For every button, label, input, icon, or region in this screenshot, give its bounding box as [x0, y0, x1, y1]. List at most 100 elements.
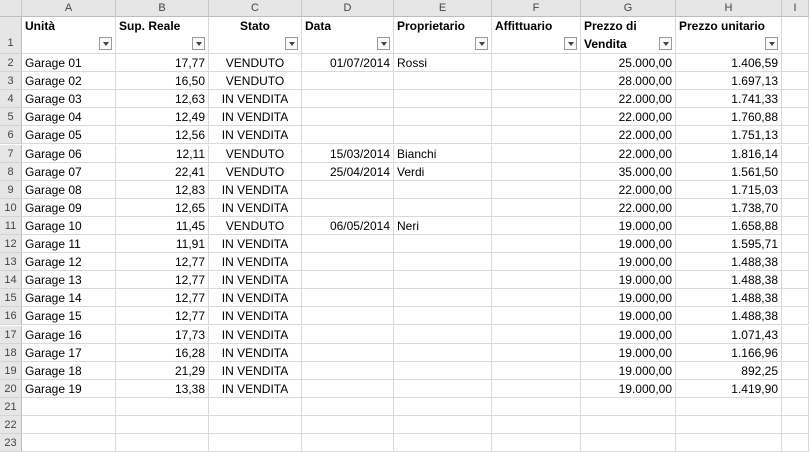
cell-stato[interactable]: IN VENDITA — [209, 271, 302, 290]
cell-prezzo[interactable]: 35.000,00 — [581, 162, 676, 181]
cell-unit[interactable]: Garage 15 — [22, 307, 116, 326]
cell-prezzo[interactable]: 19.000,00 — [581, 361, 676, 380]
cell-prop[interactable] — [394, 90, 492, 109]
cell-prop[interactable]: Verdi — [394, 162, 492, 181]
cell-unit_price[interactable]: 1.561,50 — [676, 162, 782, 181]
cell-i[interactable] — [782, 379, 809, 398]
row-header-1[interactable]: 1 — [0, 17, 22, 54]
cell-prezzo[interactable]: 22.000,00 — [581, 180, 676, 199]
row-header-22[interactable]: 22 — [0, 416, 22, 435]
cell-i[interactable] — [782, 289, 809, 308]
select-all-corner[interactable] — [0, 0, 22, 17]
cell-unit_price[interactable]: 1.658,88 — [676, 216, 782, 235]
cell-prezzo[interactable]: 19.000,00 — [581, 307, 676, 326]
cell-prop[interactable] — [394, 343, 492, 362]
cell-data[interactable]: 15/03/2014 — [302, 144, 394, 163]
row-header-19[interactable]: 19 — [0, 361, 22, 380]
row-header-17[interactable]: 17 — [0, 325, 22, 344]
row-header-20[interactable]: 20 — [0, 379, 22, 398]
cell-prop[interactable]: Neri — [394, 216, 492, 235]
cell-data[interactable]: 06/05/2014 — [302, 216, 394, 235]
empty-cell[interactable] — [22, 397, 116, 416]
empty-cell[interactable] — [492, 434, 581, 452]
row-header-7[interactable]: 7 — [0, 144, 22, 163]
cell-i[interactable] — [782, 253, 809, 272]
cell-data[interactable]: 01/07/2014 — [302, 54, 394, 73]
cell-unit_price[interactable]: 1.166,96 — [676, 343, 782, 362]
empty-cell[interactable] — [782, 434, 809, 452]
table-header-b[interactable]: Sup. Reale — [116, 17, 209, 54]
row-header-21[interactable]: 21 — [0, 397, 22, 416]
row-header-16[interactable]: 16 — [0, 307, 22, 326]
cell-sup[interactable]: 12,56 — [116, 126, 209, 145]
cell-stato[interactable]: IN VENDITA — [209, 325, 302, 344]
empty-cell[interactable] — [676, 434, 782, 452]
cell-stato[interactable]: VENDUTO — [209, 72, 302, 91]
cell-prezzo[interactable]: 25.000,00 — [581, 54, 676, 73]
empty-cell[interactable] — [209, 416, 302, 435]
cell-data[interactable] — [302, 198, 394, 217]
cell-prezzo[interactable]: 19.000,00 — [581, 271, 676, 290]
column-header-e[interactable]: E — [394, 0, 492, 17]
column-header-h[interactable]: H — [676, 0, 782, 17]
cell-i[interactable] — [782, 361, 809, 380]
cell-unit_price[interactable]: 1.488,38 — [676, 271, 782, 290]
empty-cell[interactable] — [676, 397, 782, 416]
cell-unit[interactable]: Garage 11 — [22, 235, 116, 254]
cell-unit_price[interactable]: 1.741,33 — [676, 90, 782, 109]
cell-sup[interactable]: 11,91 — [116, 235, 209, 254]
cell-stato[interactable]: VENDUTO — [209, 162, 302, 181]
cell-stato[interactable]: IN VENDITA — [209, 126, 302, 145]
filter-dropdown-icon[interactable] — [99, 37, 112, 50]
table-header-g[interactable]: Prezzo di Vendita — [581, 17, 676, 54]
cell-aff[interactable] — [492, 216, 581, 235]
empty-cell[interactable] — [394, 434, 492, 452]
row-header-6[interactable]: 6 — [0, 126, 22, 145]
cell-unit[interactable]: Garage 19 — [22, 379, 116, 398]
cell-stato[interactable]: IN VENDITA — [209, 289, 302, 308]
empty-cell[interactable] — [209, 434, 302, 452]
cell-prop[interactable] — [394, 307, 492, 326]
empty-cell[interactable] — [492, 416, 581, 435]
cell-aff[interactable] — [492, 361, 581, 380]
column-header-g[interactable]: G — [581, 0, 676, 17]
row-header-9[interactable]: 9 — [0, 180, 22, 199]
column-header-c[interactable]: C — [209, 0, 302, 17]
cell-stato[interactable]: IN VENDITA — [209, 343, 302, 362]
cell-data[interactable] — [302, 361, 394, 380]
cell-unit_price[interactable]: 1.071,43 — [676, 325, 782, 344]
cell-prezzo[interactable]: 22.000,00 — [581, 108, 676, 127]
column-header-i[interactable]: I — [782, 0, 809, 17]
cell-prop[interactable] — [394, 126, 492, 145]
cell-unit[interactable]: Garage 01 — [22, 54, 116, 73]
empty-cell[interactable] — [394, 397, 492, 416]
cell-aff[interactable] — [492, 144, 581, 163]
cell-sup[interactable]: 13,38 — [116, 379, 209, 398]
empty-cell[interactable] — [22, 434, 116, 452]
cell-data[interactable] — [302, 325, 394, 344]
row-header-23[interactable]: 23 — [0, 434, 22, 452]
empty-cell[interactable] — [302, 416, 394, 435]
cell-unit[interactable]: Garage 18 — [22, 361, 116, 380]
cell-aff[interactable] — [492, 325, 581, 344]
column-header-a[interactable]: A — [22, 0, 116, 17]
cell-prezzo[interactable]: 22.000,00 — [581, 144, 676, 163]
cell-i1[interactable] — [782, 17, 809, 54]
empty-cell[interactable] — [302, 397, 394, 416]
cell-aff[interactable] — [492, 379, 581, 398]
filter-dropdown-icon[interactable] — [765, 37, 778, 50]
cell-stato[interactable]: VENDUTO — [209, 144, 302, 163]
spreadsheet-grid[interactable]: A B C D E F G H I 1 Unità Sup. Reale Stato Data Propri… — [0, 0, 809, 452]
cell-data[interactable] — [302, 126, 394, 145]
row-header-4[interactable]: 4 — [0, 90, 22, 109]
cell-aff[interactable] — [492, 90, 581, 109]
cell-i[interactable] — [782, 126, 809, 145]
cell-unit_price[interactable]: 892,25 — [676, 361, 782, 380]
cell-data[interactable]: 25/04/2014 — [302, 162, 394, 181]
cell-sup[interactable]: 12,83 — [116, 180, 209, 199]
cell-prop[interactable] — [394, 271, 492, 290]
cell-sup[interactable]: 21,29 — [116, 361, 209, 380]
empty-cell[interactable] — [22, 416, 116, 435]
cell-data[interactable] — [302, 343, 394, 362]
cell-sup[interactable]: 16,28 — [116, 343, 209, 362]
